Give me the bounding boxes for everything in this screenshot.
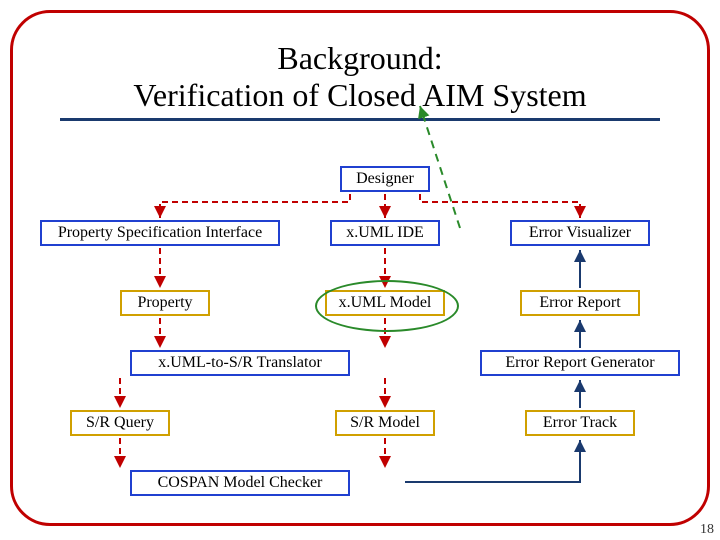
node-srquery: S/R Query: [70, 410, 170, 436]
node-cospan: COSPAN Model Checker: [130, 470, 350, 496]
node-errtrack: Error Track: [525, 410, 635, 436]
title-line2: Verification of Closed AIM System: [133, 77, 586, 113]
highlight-ellipse: [315, 280, 459, 332]
slide-title: Background: Verification of Closed AIM S…: [60, 40, 660, 121]
node-property: Property: [120, 290, 210, 316]
node-errreport: Error Report: [520, 290, 640, 316]
node-srmodel: S/R Model: [335, 410, 435, 436]
node-xumlide: x.UML IDE: [330, 220, 440, 246]
node-errgen: Error Report Generator: [480, 350, 680, 376]
page-number: 18: [700, 522, 714, 538]
node-errvis: Error Visualizer: [510, 220, 650, 246]
node-designer: Designer: [340, 166, 430, 192]
node-psi: Property Specification Interface: [40, 220, 280, 246]
node-translator: x.UML-to-S/R Translator: [130, 350, 350, 376]
title-line1: Background:: [277, 40, 442, 76]
